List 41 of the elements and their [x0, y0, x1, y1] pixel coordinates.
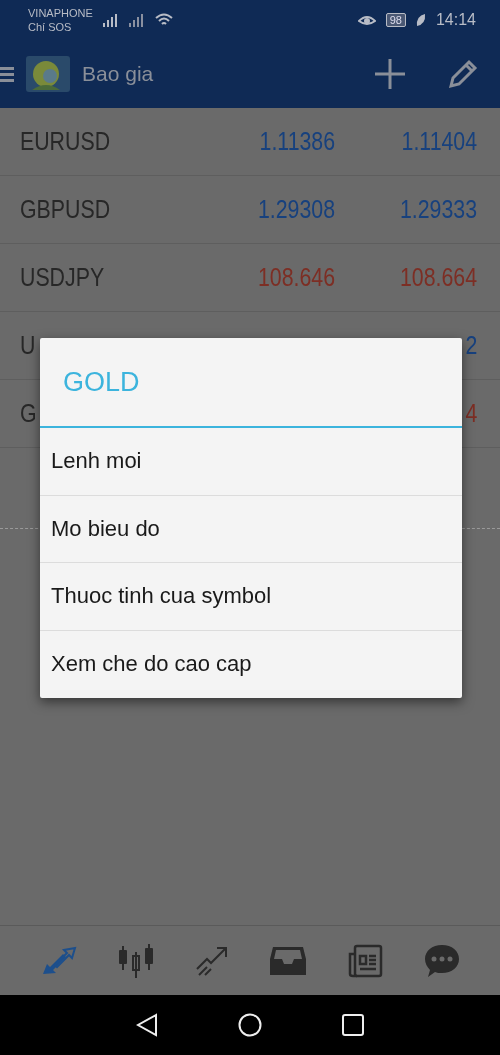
bid-price: 1.11386: [259, 126, 335, 157]
wifi-icon: [154, 13, 173, 27]
symbol-name: G: [20, 398, 37, 429]
ask-price: 4: [465, 398, 477, 429]
signal-icon: [128, 13, 145, 27]
symbol-name: GBPUSD: [20, 194, 111, 225]
screen-title: Bao gia: [82, 62, 155, 86]
menu-item[interactable]: Lenh moi: [40, 428, 462, 496]
home-button[interactable]: [238, 1013, 262, 1037]
symbol-name: EURUSD: [20, 126, 111, 157]
menu-item[interactable]: Xem che do cao cap: [40, 630, 462, 698]
ask-price: 2: [465, 330, 477, 361]
inbox-icon: [269, 945, 306, 977]
bid-price: 1.29308: [257, 194, 335, 225]
leaf-icon: [415, 13, 426, 27]
trend-icon: [194, 945, 229, 977]
candlestick-icon: [117, 944, 154, 978]
ask-price: 1.11404: [401, 126, 477, 157]
chat-icon: [423, 944, 460, 978]
menu-icon[interactable]: [0, 65, 14, 83]
ask-price: 108.664: [399, 262, 477, 293]
clock-time: 14:14: [435, 11, 476, 29]
app-logo: [26, 56, 70, 92]
back-button[interactable]: [136, 1013, 158, 1037]
carrier-note: Chí SOS: [28, 20, 73, 34]
eye-icon: [357, 13, 376, 27]
symbol-name: USDJPY: [20, 262, 105, 293]
menu-item[interactable]: Mo bieu do: [40, 495, 462, 563]
battery-level: 98: [385, 13, 406, 27]
plus-icon[interactable]: [374, 58, 406, 90]
menu-item[interactable]: Thuoc tinh cua symbol: [40, 563, 462, 631]
newspaper-icon: [346, 944, 383, 978]
recents-button[interactable]: [342, 1014, 364, 1036]
carrier-name: VINAPHONE: [28, 6, 93, 20]
signal-icon: [102, 13, 119, 27]
arrows-icon: [40, 946, 77, 976]
symbol-name: U: [20, 330, 36, 361]
ask-price: 1.29333: [399, 194, 477, 225]
pencil-icon[interactable]: [448, 59, 478, 89]
dialog-title: GOLD: [40, 338, 462, 428]
bid-price: 108.646: [257, 262, 335, 293]
